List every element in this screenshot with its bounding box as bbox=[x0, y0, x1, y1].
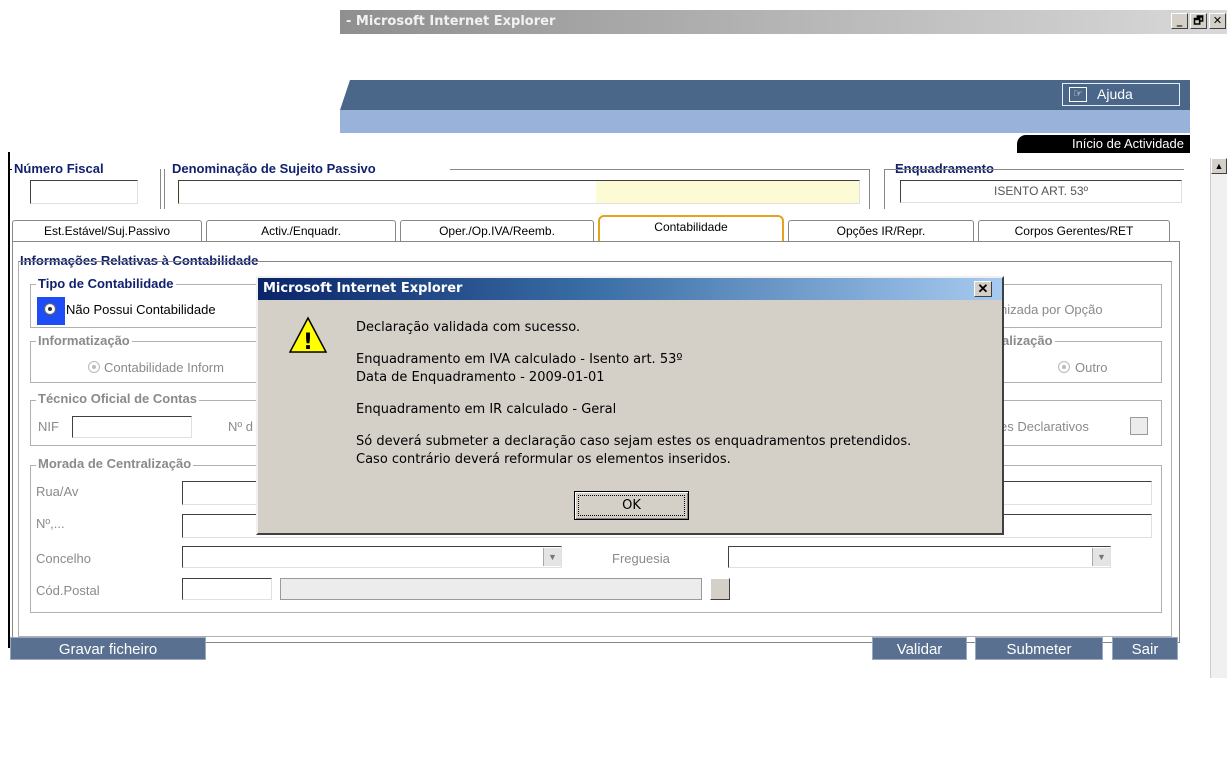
chevron-down-icon: ▼ bbox=[1092, 548, 1110, 566]
lookup-button[interactable] bbox=[710, 578, 730, 600]
outro-label: Outro bbox=[1075, 360, 1108, 375]
organizada-opcao-label: nizada por Opção bbox=[1000, 302, 1103, 317]
concelho-label: Concelho bbox=[36, 551, 91, 566]
sair-button[interactable]: Sair bbox=[1112, 637, 1178, 660]
activity-start-tab[interactable]: Início de Actividade bbox=[1017, 135, 1190, 153]
gravar-ficheiro-button[interactable]: Gravar ficheiro bbox=[10, 637, 206, 660]
tab-activ-enquadr[interactable]: Activ./Enquadr. bbox=[206, 220, 396, 242]
declarativos-label: es Declarativos bbox=[1000, 419, 1089, 434]
ok-button[interactable]: OK bbox=[574, 491, 689, 520]
dialog-message-line: Só deverá submeter a declaração caso sej… bbox=[356, 434, 912, 449]
validar-button[interactable]: Validar bbox=[872, 637, 967, 660]
tab-contabilidade[interactable]: Contabilidade bbox=[598, 215, 784, 242]
frame-border bbox=[8, 152, 10, 648]
scroll-up-icon[interactable]: ▲ bbox=[1211, 158, 1227, 174]
informatizada-label: Contabilidade Inform bbox=[104, 360, 224, 375]
window-title: - Microsoft Internet Explorer bbox=[346, 14, 556, 29]
dialog-titlebar: Microsoft Internet Explorer ✕ bbox=[258, 278, 1002, 300]
help-button[interactable]: ☞ Ajuda bbox=[1062, 83, 1180, 106]
numero-fiscal-input[interactable] bbox=[30, 180, 138, 204]
nao-possui-radio[interactable] bbox=[44, 303, 56, 315]
tab-oper-iva[interactable]: Oper./Op.IVA/Reemb. bbox=[400, 220, 594, 242]
nif-label: NIF bbox=[38, 419, 59, 434]
window-titlebar: - Microsoft Internet Explorer _ 🗗 ✕ bbox=[340, 10, 1227, 34]
minimize-icon[interactable]: _ bbox=[1171, 13, 1188, 29]
tab-opcoes-ir[interactable]: Opções IR/Repr. bbox=[788, 220, 974, 242]
tipo-label: Tipo de Contabilidade bbox=[36, 276, 176, 291]
hand-pointer-icon: ☞ bbox=[1069, 87, 1087, 102]
tab-est-estavel[interactable]: Est.Estável/Suj.Passivo bbox=[12, 220, 202, 242]
chevron-down-icon: ▼ bbox=[543, 548, 561, 566]
rua-label: Rua/Av bbox=[36, 484, 79, 499]
cod-postal-input[interactable] bbox=[182, 578, 272, 600]
alert-dialog: Microsoft Internet Explorer ✕ ! Declaraç… bbox=[256, 276, 1004, 535]
cod-postal-label: Cód.Postal bbox=[36, 583, 100, 598]
dialog-message-line: Enquadramento em IR calculado - Geral bbox=[356, 402, 617, 417]
warning-icon: ! bbox=[288, 316, 328, 354]
close-icon[interactable]: ✕ bbox=[1209, 13, 1226, 29]
maximize-icon[interactable]: 🗗 bbox=[1190, 13, 1207, 29]
enquadramento-value: ISENTO ART. 53º bbox=[900, 180, 1182, 203]
dialog-message-line: Enquadramento em IVA calculado - Isento … bbox=[356, 352, 683, 367]
nao-possui-label: Não Possui Contabilidade bbox=[66, 302, 216, 317]
redacted-area bbox=[180, 181, 596, 203]
numero-toc-label: Nº d bbox=[228, 419, 253, 434]
submeter-button[interactable]: Submeter bbox=[975, 637, 1103, 660]
centralizacao-label: alização bbox=[1000, 333, 1055, 348]
nif-input[interactable] bbox=[72, 416, 192, 438]
help-label: Ajuda bbox=[1097, 86, 1133, 102]
freguesia-select[interactable]: ▼ bbox=[728, 546, 1111, 568]
focus-ring bbox=[578, 495, 685, 516]
declarativos-checkbox[interactable] bbox=[1130, 417, 1148, 435]
informatizacao-label: Informatização bbox=[36, 333, 132, 348]
concelho-select[interactable]: ▼ bbox=[182, 546, 562, 568]
dialog-title: Microsoft Internet Explorer bbox=[263, 281, 463, 296]
tab-corpos-gerentes[interactable]: Corpos Gerentes/RET bbox=[978, 220, 1170, 242]
app-banner-strip bbox=[340, 110, 1190, 133]
outro-radio[interactable] bbox=[1058, 361, 1070, 373]
close-icon[interactable]: ✕ bbox=[974, 281, 992, 297]
dialog-message-line: Data de Enquadramento - 2009-01-01 bbox=[356, 370, 605, 385]
freguesia-label: Freguesia bbox=[612, 551, 670, 566]
informatizada-radio[interactable] bbox=[88, 361, 100, 373]
vertical-scrollbar[interactable]: ▲ bbox=[1210, 158, 1227, 678]
numero-porta-label: Nº,... bbox=[36, 516, 65, 531]
morada-label: Morada de Centralização bbox=[36, 456, 194, 471]
dialog-message-line: Caso contrário deverá reformular os elem… bbox=[356, 452, 731, 467]
warning-glyph: ! bbox=[303, 330, 313, 354]
dialog-message-line: Declaração validada com sucesso. bbox=[356, 320, 581, 335]
localidade-postal-input bbox=[280, 578, 702, 600]
toc-label: Técnico Oficial de Contas bbox=[36, 391, 199, 406]
